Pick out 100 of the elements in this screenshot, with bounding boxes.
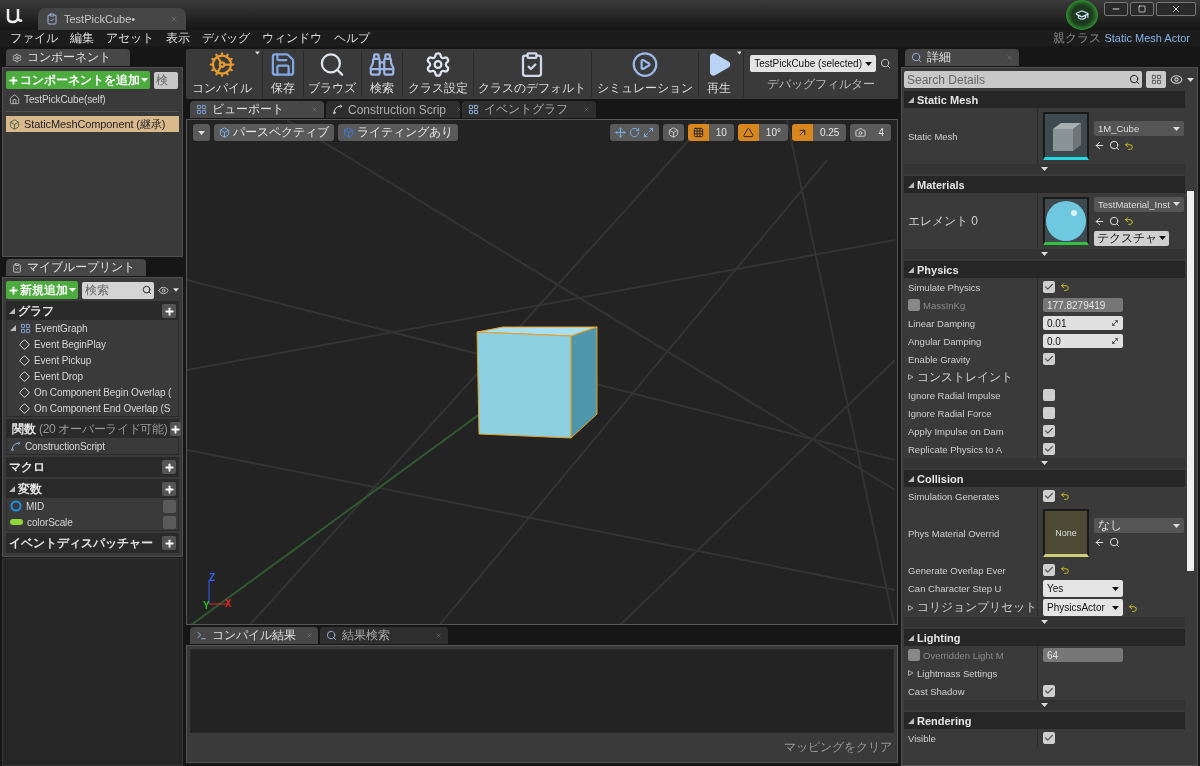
dropdown[interactable]: PhysicsActor <box>1043 599 1123 616</box>
tree-item[interactable]: Event Pickup <box>7 352 178 368</box>
maximize-button[interactable] <box>1130 2 1154 16</box>
empty-thumbnail[interactable]: None <box>1043 509 1089 557</box>
checkbox[interactable] <box>908 649 920 661</box>
number-field[interactable]: 0.0 <box>1043 334 1123 348</box>
minimize-button[interactable] <box>1104 2 1128 16</box>
document-tab[interactable]: TestPickCube• <box>38 8 186 30</box>
snap-value[interactable]: 4 <box>871 124 891 141</box>
add-button[interactable] <box>162 460 176 474</box>
view-options-button[interactable] <box>1146 71 1166 88</box>
menu-item[interactable]: ファイル <box>4 29 64 47</box>
number-field[interactable]: 64 <box>1043 648 1123 662</box>
tree-item[interactable]: colorScale <box>7 514 178 530</box>
expand-triangle-icon[interactable] <box>908 717 914 724</box>
menu-item[interactable]: 表示 <box>160 29 196 47</box>
menu-item[interactable]: 編集 <box>64 29 100 47</box>
asset-dropdown[interactable]: なし <box>1094 518 1184 533</box>
editor-tab[interactable]: ビューポート <box>190 101 324 118</box>
debug-filter-dropdown[interactable]: TestPickCube (selected) <box>750 55 876 72</box>
tree-item[interactable]: EventGraph <box>7 320 178 336</box>
category-header[interactable]: Rendering <box>904 712 1185 729</box>
checkbox[interactable] <box>1043 490 1055 502</box>
dropdown[interactable]: Yes <box>1043 580 1123 597</box>
add-button[interactable] <box>162 482 176 496</box>
parent-class-link[interactable]: Static Mesh Actor <box>1104 32 1190 44</box>
expand-triangle-icon[interactable] <box>9 308 15 314</box>
expand-triangle-icon[interactable] <box>908 96 914 103</box>
category-header[interactable]: Static Mesh <box>904 91 1185 108</box>
toolbar-button[interactable]: 保存 <box>264 51 301 97</box>
category-header[interactable]: Physics <box>904 261 1185 278</box>
checkbox[interactable] <box>908 299 920 311</box>
tree-item[interactable]: MID <box>7 498 178 514</box>
toolbar-button[interactable]: クラスのデフォルト <box>475 51 590 97</box>
add-button[interactable] <box>170 422 182 436</box>
view-mode-button[interactable]: パースペクティブ <box>214 124 334 141</box>
add-button[interactable] <box>162 304 176 318</box>
panel-tab[interactable]: コンポーネント <box>6 49 130 66</box>
toolbar-button[interactable]: ブラウズ <box>305 51 360 97</box>
snap-toggle[interactable] <box>737 124 759 141</box>
tree-item[interactable]: TestPickCube(self) <box>6 91 179 107</box>
checkbox[interactable] <box>1043 353 1055 365</box>
expand-triangle-icon[interactable] <box>908 634 914 641</box>
number-field[interactable]: 177.8279419 <box>1043 298 1123 312</box>
mesh-thumbnail[interactable] <box>1043 112 1089 160</box>
section-header[interactable]: 変数 <box>7 480 178 498</box>
visibility-toggle[interactable] <box>163 515 176 529</box>
expand-triangle-icon[interactable] <box>908 266 914 273</box>
section-header[interactable]: 関数 (20 オーバーライド可能) <box>7 420 178 438</box>
help-button[interactable] <box>1066 0 1098 30</box>
tree-item[interactable]: ConstructionScript <box>7 438 178 454</box>
category-header[interactable]: Materials <box>904 176 1185 193</box>
tree-item[interactable]: Event BeginPlay <box>7 336 178 352</box>
lighting-button[interactable]: ライティングあり <box>338 124 458 141</box>
search-field[interactable]: Search Details <box>904 71 1142 88</box>
reset-arrow-icon[interactable] <box>1060 282 1070 292</box>
editor-tab[interactable]: Construction Scrip <box>326 101 460 118</box>
expand-triangle-icon[interactable] <box>908 374 914 380</box>
tree-item[interactable]: StaticMeshComponent (継承) <box>6 116 179 132</box>
expand-triangle-icon[interactable] <box>908 604 914 611</box>
panel-tab[interactable]: 詳細 <box>905 49 1019 66</box>
menu-item[interactable]: ウィンドウ <box>256 29 328 47</box>
asset-dropdown[interactable]: 1M_Cube <box>1094 121 1184 136</box>
asset-dropdown[interactable]: TestMaterial_Inst <box>1094 196 1184 212</box>
reset-arrow-icon[interactable] <box>1128 602 1138 613</box>
expand-triangle-icon[interactable] <box>908 670 914 676</box>
toolbar-button[interactable]: 検索 <box>363 51 400 97</box>
tree-item[interactable]: On Component Begin Overlap ( <box>7 384 178 400</box>
menu-item[interactable]: ヘルプ <box>328 29 376 47</box>
toolbar-button[interactable]: シミュレーション <box>593 51 696 97</box>
expand-triangle-icon[interactable] <box>908 181 914 188</box>
clear-mapping-button[interactable]: マッピングをクリア <box>782 737 894 759</box>
menu-item[interactable]: デバッグ <box>196 29 256 47</box>
checkbox[interactable] <box>1043 443 1055 455</box>
reset-arrow-icon[interactable] <box>1060 565 1070 575</box>
texture-button[interactable]: テクスチャ <box>1094 230 1169 246</box>
toolbar-button[interactable]: 再生 <box>700 51 737 97</box>
category-header[interactable]: Lighting <box>904 629 1185 646</box>
search-field[interactable]: 検索 <box>82 281 154 299</box>
checkbox[interactable] <box>1043 685 1055 697</box>
output-tab[interactable]: 結果検索 <box>320 627 448 644</box>
expand-triangle-icon[interactable] <box>9 486 15 492</box>
material-thumbnail[interactable] <box>1043 197 1089 245</box>
section-header[interactable]: イベントディスパッチャー <box>7 534 178 552</box>
output-tab[interactable]: コンパイル結果 <box>190 627 318 644</box>
reset-arrow-icon[interactable] <box>1124 140 1134 151</box>
snap-toggle[interactable] <box>791 124 813 141</box>
checkbox[interactable] <box>1043 564 1055 576</box>
checkbox[interactable] <box>1043 389 1055 401</box>
reset-arrow-icon[interactable] <box>1124 216 1134 226</box>
snap-toggle[interactable] <box>687 124 709 141</box>
number-field[interactable]: 0.01 <box>1043 316 1123 330</box>
checkbox[interactable] <box>1043 281 1055 293</box>
close-button[interactable] <box>1156 2 1196 16</box>
scrollbar[interactable] <box>1187 191 1194 571</box>
snap-toggle[interactable] <box>850 124 872 141</box>
expand-triangle-icon[interactable] <box>908 475 914 482</box>
search-field[interactable]: 検 <box>154 71 178 89</box>
toolbar-button[interactable]: コンパイル <box>189 51 255 97</box>
checkbox[interactable] <box>1043 407 1055 419</box>
